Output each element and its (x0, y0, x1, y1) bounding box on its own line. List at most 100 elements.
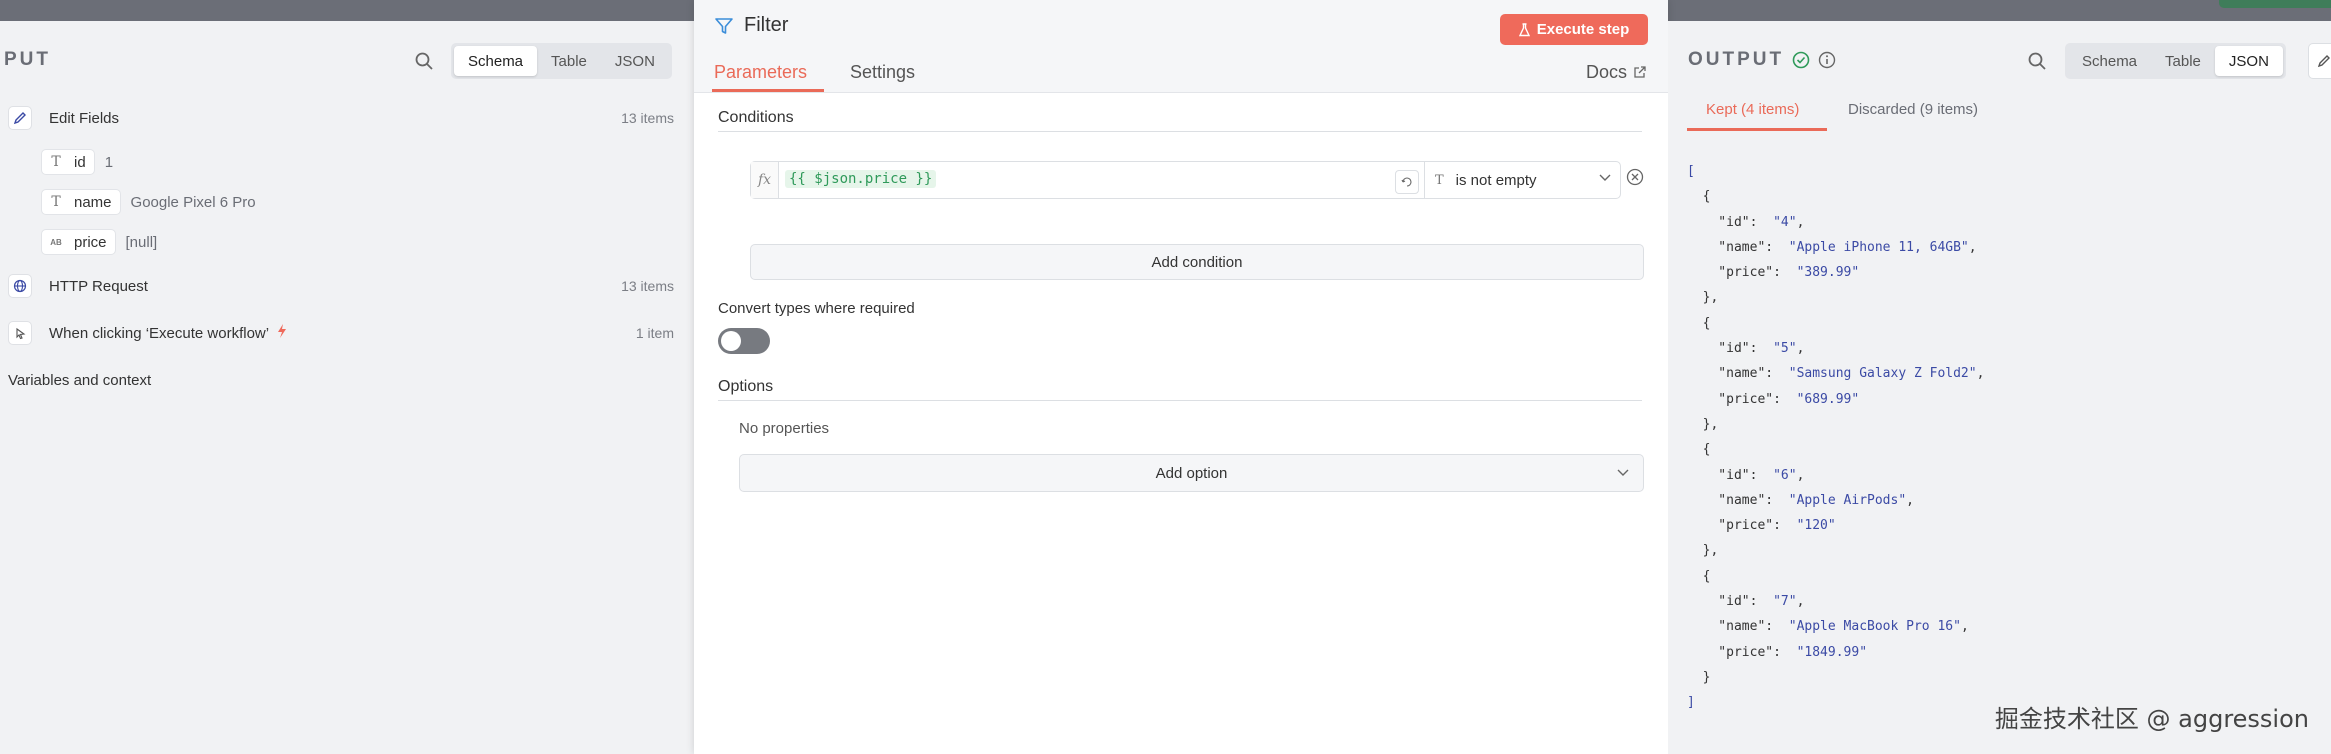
pencil-icon (8, 106, 32, 130)
node-edit-fields[interactable]: Edit Fields 13 items (8, 103, 674, 133)
text-type-icon: T (51, 194, 61, 210)
output-view-switch: Schema Table JSON (2065, 43, 2286, 79)
tab-parameters[interactable]: Parameters (714, 62, 807, 83)
json-field-name: "name": "Apple iPhone 11, 64GB", (1687, 239, 1977, 255)
input-panel-title: PUT (4, 49, 51, 70)
tab-settings[interactable]: Settings (850, 62, 915, 83)
edit-output-button[interactable] (2308, 43, 2331, 79)
json-field-id: "id": "4", (1687, 214, 1805, 230)
json-open-bracket: [ (1687, 164, 1695, 179)
input-view-switch: Schema Table JSON (451, 43, 672, 79)
expression-tool-icon[interactable] (1395, 170, 1419, 194)
lightning-icon (277, 323, 287, 343)
docs-link[interactable]: Docs (1586, 62, 1646, 83)
json-field-price: "price": "1849.99" (1687, 644, 1868, 660)
json-field-name: "name": "Apple MacBook Pro 16", (1687, 619, 1969, 635)
options-title: Options (718, 378, 774, 395)
fx-icon[interactable]: fx (751, 162, 779, 198)
search-icon[interactable] (2023, 47, 2051, 75)
output-tab-json[interactable]: JSON (2214, 46, 2283, 76)
json-object-close: } (1687, 669, 1711, 685)
filter-panel-header: Filter Execute step Parameters Settings … (694, 0, 1668, 93)
filter-title: Filter (714, 14, 788, 37)
info-icon[interactable] (1818, 51, 1836, 69)
add-option-button[interactable]: Add option (739, 454, 1644, 492)
json-object-open: { (1687, 315, 1711, 331)
top-bar-button[interactable] (2219, 0, 2331, 8)
json-output: [ { "id": "4", "name": "Apple iPhone 11,… (1687, 159, 1984, 716)
tab-discarded-items[interactable]: Discarded (9 items) (1848, 101, 1978, 118)
globe-icon (8, 274, 32, 298)
remove-condition-icon[interactable] (1626, 168, 1644, 186)
divider (718, 131, 1642, 132)
json-field-price: "price": "120" (1687, 518, 1836, 534)
text-type-icon: T (1435, 172, 1444, 188)
item-count: 1 item (635, 325, 674, 341)
pencil-icon (2317, 54, 2331, 68)
json-field-price: "price": "389.99" (1687, 265, 1860, 281)
output-panel: OUTPUT Schema Table JSON Kept (4 items) … (1668, 21, 2331, 754)
json-field-name: "name": "Samsung Galaxy Z Fold2", (1687, 366, 1985, 382)
node-manual-trigger[interactable]: When clicking ‘Execute workflow’ 1 item (8, 318, 674, 348)
docs-label: Docs (1585, 62, 1627, 82)
input-tab-json[interactable]: JSON (601, 46, 669, 76)
conditions-title: Conditions (718, 109, 794, 126)
chevron-down-icon (1617, 469, 1629, 477)
external-link-icon (1633, 66, 1646, 79)
output-header: OUTPUT (1688, 49, 1836, 71)
json-field-id: "id": "6", (1687, 467, 1805, 483)
field-value: [null] (125, 233, 158, 251)
output-tab-schema[interactable]: Schema (2068, 46, 2151, 76)
string-type-icon: AB (50, 237, 62, 247)
node-label: HTTP Request (49, 277, 148, 295)
filter-title-text: Filter (744, 14, 789, 36)
field-name: price (74, 233, 107, 251)
add-condition-button[interactable]: Add condition (750, 244, 1644, 280)
tab-kept-items[interactable]: Kept (4 items) (1706, 101, 1799, 118)
node-label: When clicking ‘Execute workflow’ (49, 324, 270, 342)
execute-step-button[interactable]: Execute step (1500, 14, 1648, 45)
condition-expression-input[interactable]: {{ $json.price }} (785, 170, 937, 188)
field-value: Google Pixel 6 Pro (130, 193, 256, 211)
watermark: 掘金技术社区 @ aggression (1994, 705, 2309, 733)
json-object-open: { (1687, 442, 1711, 458)
json-field-id: "id": "7", (1687, 594, 1805, 610)
node-label: Edit Fields (49, 109, 120, 127)
field-value: 1 (104, 153, 114, 171)
condition-row: fx {{ $json.price }} T is not empty (750, 161, 1621, 199)
field-name-row[interactable]: Tname Google Pixel 6 Pro (41, 188, 256, 216)
json-object-close: }, (1687, 416, 1719, 432)
operator-value: is not empty (1455, 171, 1537, 189)
input-tab-table[interactable]: Table (537, 46, 601, 76)
output-panel-title: OUTPUT (1688, 49, 1785, 70)
cursor-click-icon (8, 321, 32, 345)
node-http-request[interactable]: HTTP Request 13 items (8, 271, 674, 301)
filter-panel: Filter Execute step Parameters Settings … (694, 0, 1668, 754)
chevron-down-icon (1599, 174, 1611, 182)
field-name: name (74, 193, 112, 211)
filter-icon (714, 16, 734, 36)
field-price[interactable]: AB price [null] (41, 228, 157, 256)
json-object-close: }, (1687, 543, 1719, 559)
field-id[interactable]: Tid 1 (41, 148, 113, 176)
output-tab-table[interactable]: Table (2151, 46, 2215, 76)
no-properties-text: No properties (739, 420, 830, 437)
json-field-id: "id": "5", (1687, 341, 1805, 357)
json-object-open: { (1687, 189, 1711, 205)
execute-step-label: Execute step (1536, 21, 1630, 38)
item-count: 13 items (621, 278, 674, 294)
convert-types-toggle[interactable] (718, 328, 770, 354)
success-check-icon (1792, 51, 1810, 69)
text-type-icon: T (51, 154, 61, 170)
json-object-close: }, (1687, 290, 1719, 306)
operator-select[interactable]: T is not empty (1424, 162, 1621, 198)
search-icon[interactable] (410, 47, 438, 75)
json-field-price: "price": "689.99" (1687, 391, 1860, 407)
input-tab-schema[interactable]: Schema (454, 46, 538, 76)
variables-and-context[interactable]: Variables and context (8, 372, 151, 389)
field-name: id (74, 153, 86, 171)
active-tab-indicator (712, 89, 824, 92)
active-result-tab-indicator (1687, 128, 1827, 131)
json-close-bracket: ] (1687, 695, 1695, 711)
convert-types-label: Convert types where required (718, 300, 915, 317)
